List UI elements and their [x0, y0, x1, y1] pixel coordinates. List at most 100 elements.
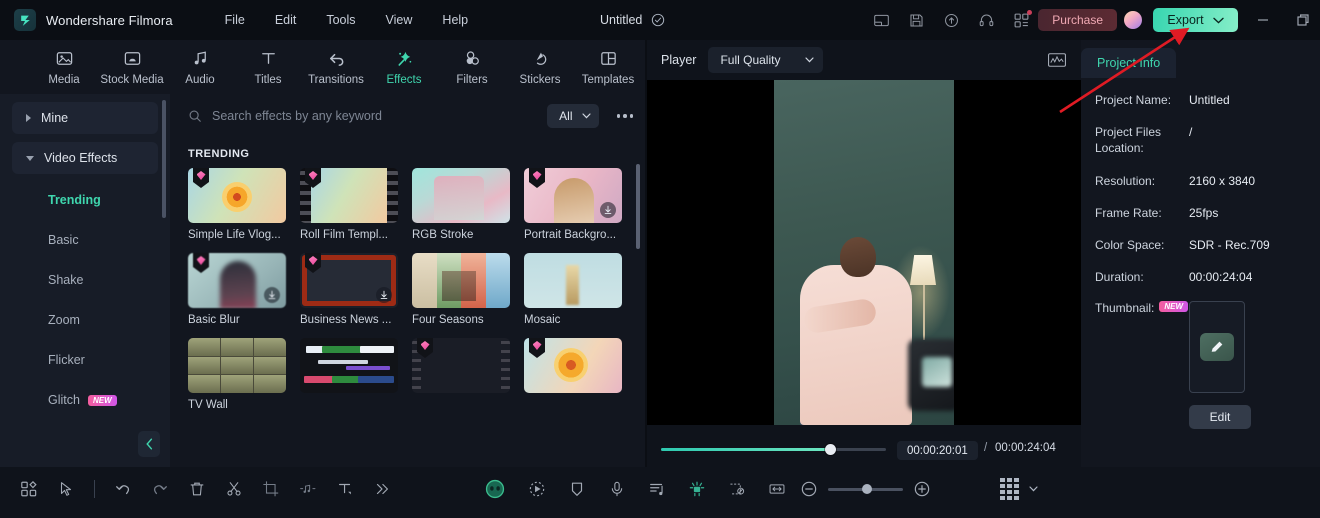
playhead-handle[interactable]	[825, 444, 836, 455]
text-tool-icon[interactable]	[336, 480, 354, 498]
motion-tracking-icon[interactable]	[528, 480, 546, 498]
user-avatar[interactable]	[1124, 11, 1142, 29]
effect-card[interactable]: Four Seasons	[412, 253, 510, 326]
effect-card[interactable]: Portrait Backgro...	[524, 168, 622, 241]
collapse-sidebar-button[interactable]	[138, 431, 160, 457]
chevron-down-icon[interactable]	[1029, 486, 1038, 492]
thumbnail-row: Thumbnail: NEW	[1095, 301, 1320, 394]
zoom-slider[interactable]	[828, 483, 903, 494]
thumbnail-preview[interactable]	[1189, 301, 1245, 394]
menu-tools[interactable]: Tools	[314, 8, 367, 32]
sidebar-item-basic[interactable]: Basic	[0, 220, 170, 260]
select-cursor-icon[interactable]	[57, 480, 75, 498]
download-icon[interactable]	[376, 287, 392, 303]
edit-thumbnail-button[interactable]: Edit	[1189, 405, 1251, 430]
effects-grid-scrollbar[interactable]	[636, 164, 640, 249]
zoom-in-icon[interactable]	[913, 480, 931, 498]
export-button[interactable]: Export	[1153, 8, 1238, 32]
quality-dropdown[interactable]: Full Quality	[708, 47, 824, 73]
tab-templates[interactable]: Templates	[574, 49, 642, 86]
restore-icon[interactable]	[1296, 13, 1310, 27]
save-icon[interactable]	[908, 12, 925, 29]
window-controls	[1256, 0, 1310, 40]
menu-file[interactable]: File	[213, 8, 257, 32]
video-preview[interactable]	[774, 80, 954, 425]
chevron-left-icon	[145, 438, 152, 450]
tab-stickers[interactable]: Stickers	[506, 49, 574, 86]
crop-icon[interactable]	[262, 480, 280, 498]
effect-card[interactable]: Business News ...	[300, 253, 398, 326]
effect-card[interactable]: TV Wall	[188, 338, 286, 411]
templates-layout-icon	[599, 49, 618, 69]
headset-icon[interactable]	[978, 12, 995, 29]
playhead-scrubber[interactable]	[661, 444, 886, 455]
chevron-down-icon	[581, 113, 591, 119]
more-chevrons-icon[interactable]	[373, 480, 391, 498]
ai-smart-icon[interactable]	[484, 478, 506, 500]
project-info-body: Project Name: Untitled Project Files Loc…	[1081, 78, 1320, 430]
sidebar-item-glitch-label: Glitch	[48, 393, 80, 407]
effect-card[interactable]: RGB Stroke	[412, 168, 510, 241]
effect-name: Portrait Backgro...	[524, 229, 617, 241]
adjust-duration-icon[interactable]	[768, 480, 786, 498]
current-timecode[interactable]: 00:00:20:01	[897, 441, 978, 460]
effect-card[interactable]	[524, 338, 622, 411]
chevron-right-icon	[26, 114, 31, 122]
cut-scissors-icon[interactable]	[225, 480, 243, 498]
zoom-slider-handle[interactable]	[862, 483, 872, 494]
info-value: 25fps	[1189, 205, 1219, 220]
tab-audio[interactable]: Audio	[166, 49, 234, 86]
effect-card[interactable]: Mosaic	[524, 253, 622, 326]
track-height-icon[interactable]	[1000, 478, 1019, 500]
apps-grid-icon[interactable]	[1013, 9, 1032, 29]
effect-card[interactable]	[300, 338, 398, 411]
tab-transitions[interactable]: Transitions	[302, 49, 370, 86]
project-info-tabbar: Project Info	[1081, 40, 1320, 78]
zoom-out-icon[interactable]	[800, 480, 818, 498]
sidebar-item-shake-label: Shake	[48, 273, 84, 287]
tab-stock-media[interactable]: Stock Media	[98, 49, 166, 86]
tab-filters[interactable]: Filters	[438, 49, 506, 86]
green-screen-icon[interactable]	[728, 480, 746, 498]
audio-detach-icon[interactable]	[299, 480, 317, 498]
effect-name: Simple Life Vlog...	[188, 229, 281, 241]
more-options-icon[interactable]	[616, 114, 633, 118]
effects-grid: Simple Life Vlog... Roll Film Templ... R…	[170, 168, 645, 411]
layout-icon[interactable]	[873, 12, 890, 29]
tab-titles[interactable]: Titles	[234, 49, 302, 86]
effect-card[interactable]: Roll Film Templ...	[300, 168, 398, 241]
delete-icon[interactable]	[188, 480, 206, 498]
sidebar-group-video-effects[interactable]: Video Effects	[12, 142, 158, 174]
keyframe-icon[interactable]	[688, 480, 706, 498]
sidebar-item-trending[interactable]: Trending	[0, 180, 170, 220]
effect-card[interactable]: Simple Life Vlog...	[188, 168, 286, 241]
sidebar-group-mine[interactable]: Mine	[12, 102, 158, 134]
mask-icon[interactable]	[568, 480, 586, 498]
tab-media[interactable]: Media	[30, 49, 98, 86]
sidebar-item-shake[interactable]: Shake	[0, 260, 170, 300]
grid-view-icon[interactable]	[20, 480, 38, 498]
effect-card[interactable]	[412, 338, 510, 411]
filter-dropdown[interactable]: All	[547, 104, 599, 128]
auto-caption-icon[interactable]	[648, 480, 666, 498]
effect-card[interactable]: Basic Blur	[188, 253, 286, 326]
waveform-monitor-icon[interactable]	[1047, 52, 1067, 68]
cloud-upload-icon[interactable]	[943, 12, 960, 29]
purchase-button[interactable]: Purchase	[1038, 9, 1117, 31]
menu-help[interactable]: Help	[430, 8, 480, 32]
download-icon[interactable]	[264, 287, 280, 303]
menu-view[interactable]: View	[374, 8, 425, 32]
tab-effects[interactable]: Effects	[370, 49, 438, 86]
menu-edit[interactable]: Edit	[263, 8, 309, 32]
undo-icon[interactable]	[114, 480, 132, 498]
sidebar-item-flicker[interactable]: Flicker	[0, 340, 170, 380]
redo-icon[interactable]	[151, 480, 169, 498]
tab-project-info[interactable]: Project Info	[1081, 48, 1177, 78]
sidebar-item-zoom[interactable]: Zoom	[0, 300, 170, 340]
voiceover-mic-icon[interactable]	[608, 480, 626, 498]
minimize-icon[interactable]	[1256, 13, 1270, 27]
search-input[interactable]	[212, 109, 538, 123]
sidebar-item-glitch[interactable]: Glitch NEW	[0, 380, 170, 420]
sidebar-scrollbar[interactable]	[162, 100, 166, 218]
download-icon[interactable]	[600, 202, 616, 218]
